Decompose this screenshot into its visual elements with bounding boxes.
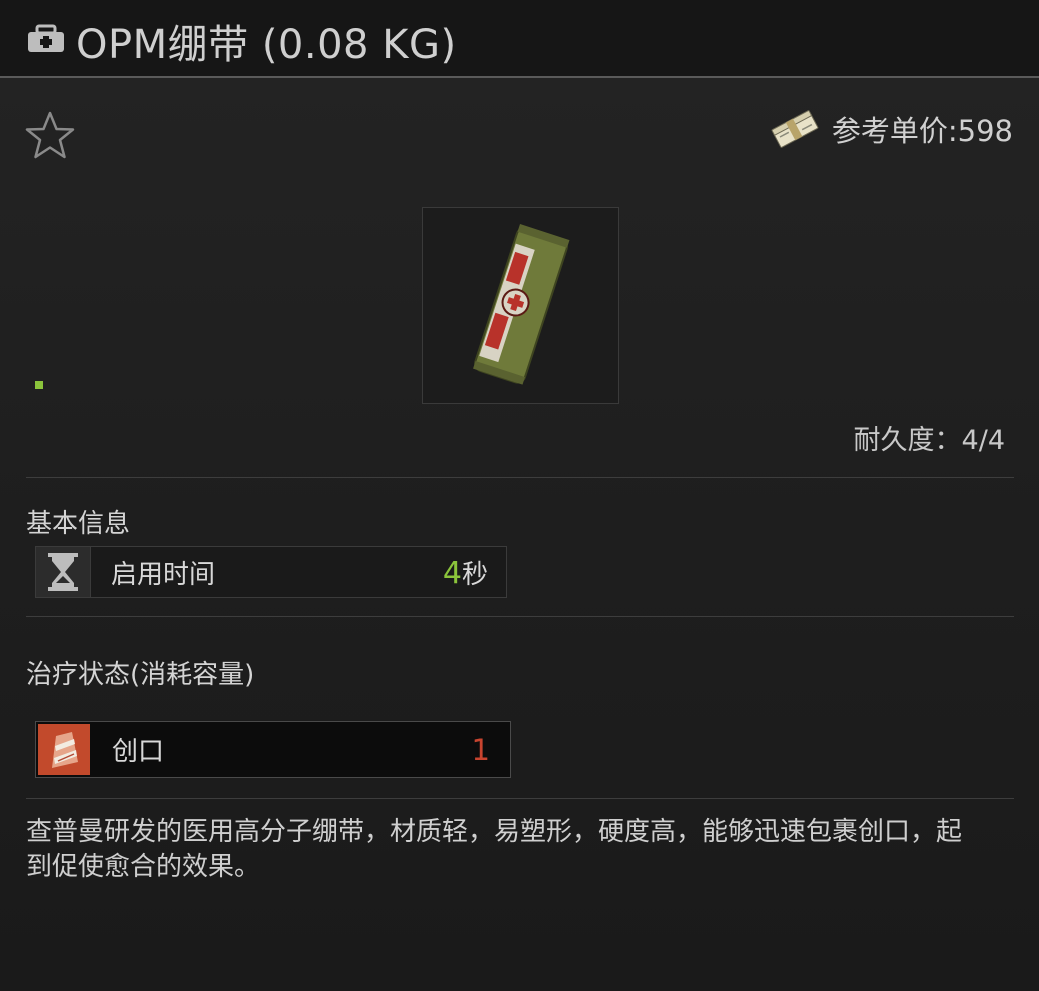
stat-value: 4秒: [443, 554, 488, 591]
item-description: 查普曼研发的医用高分子绷带，材质轻，易塑形，硬度高，能够迅速包裹创口，起到促使愈…: [26, 817, 963, 882]
divider: [26, 798, 1014, 799]
item-title: OPM绷带 (0.08 KG): [76, 22, 457, 68]
treatment-title: 治疗状态(消耗容量): [26, 660, 255, 690]
star-outline-icon[interactable]: [24, 110, 76, 162]
medkit-icon: [28, 24, 64, 52]
treatment-value: 1: [471, 732, 490, 767]
reference-price: 参考单价:598: [770, 108, 1013, 150]
treatment-row-wound: 创口 1: [35, 721, 511, 778]
cash-stack-icon: [771, 110, 819, 148]
item-image-frame: [422, 207, 619, 404]
hourglass-icon: [48, 553, 78, 591]
title-bar: OPM绷带 (0.08 KG): [0, 0, 1039, 78]
durability-label: 耐久度：4/4: [853, 425, 1005, 456]
status-indicator: [35, 381, 43, 389]
price-label: 参考单价:598: [831, 114, 1013, 148]
stat-value-number: 4: [442, 555, 462, 591]
treatment-label: 创口: [112, 737, 165, 767]
bandage-item-icon: [473, 224, 570, 385]
stat-row-activation-time: 启用时间 4秒: [35, 546, 507, 598]
basic-info-title: 基本信息: [26, 509, 131, 539]
wound-bandage-icon: [52, 731, 78, 768]
divider: [26, 616, 1014, 617]
stat-label: 启用时间: [111, 559, 216, 590]
stat-value-unit: 秒: [461, 559, 488, 590]
divider: [26, 477, 1014, 478]
